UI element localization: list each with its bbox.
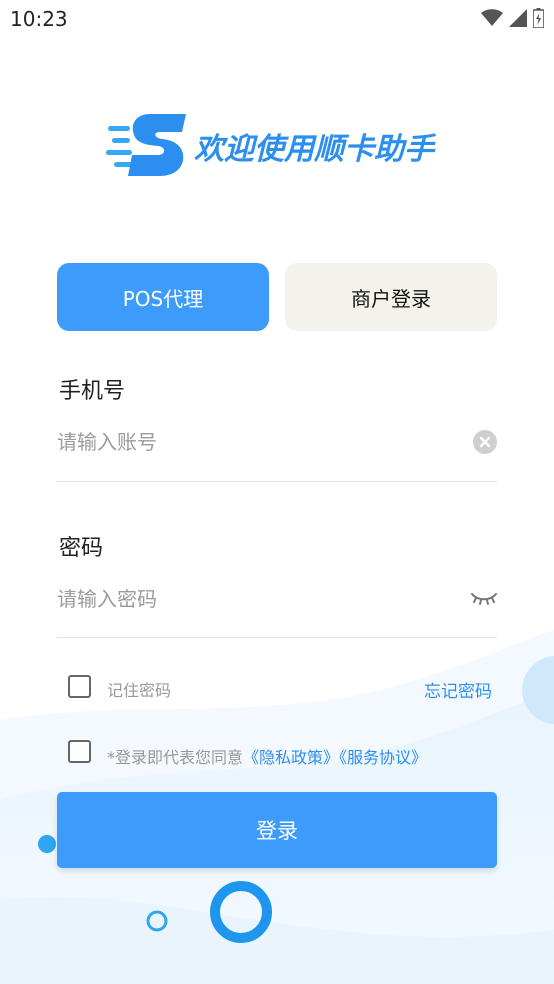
remember-checkbox[interactable] — [68, 675, 91, 698]
service-agreement-link[interactable]: 《服务协议》 — [339, 748, 427, 767]
phone-divider — [57, 481, 497, 482]
status-bar: 10:23 — [0, 0, 554, 40]
app-logo: 欢迎使用顺卡助手 — [106, 108, 451, 184]
clear-icon[interactable] — [473, 430, 497, 454]
phone-input[interactable] — [57, 422, 457, 462]
logo-text: 欢迎使用顺卡助手 — [194, 132, 434, 167]
remember-label: 记住密码 — [107, 681, 172, 700]
login-button[interactable]: 登录 — [57, 792, 497, 868]
status-icons — [481, 8, 544, 28]
signal-icon — [509, 9, 527, 27]
speed-s-logo-icon — [106, 114, 186, 176]
status-time: 10:23 — [10, 7, 68, 31]
agreement-checkbox[interactable] — [68, 740, 91, 763]
tab-pos-agent[interactable]: POS代理 — [57, 263, 269, 331]
tab-merchant-login[interactable]: 商户登录 — [285, 263, 497, 331]
eye-closed-icon[interactable] — [470, 588, 498, 608]
agreement-text: *登录即代表您同意《隐私政策》《服务协议》 — [107, 744, 427, 768]
wifi-icon — [481, 9, 503, 26]
agreement-prefix: *登录即代表您同意 — [107, 748, 244, 767]
password-label: 密码 — [59, 536, 104, 561]
password-input[interactable] — [57, 579, 457, 619]
phone-label: 手机号 — [59, 379, 126, 404]
privacy-policy-link[interactable]: 《隐私政策》 — [243, 748, 339, 767]
battery-charging-icon — [533, 8, 544, 28]
password-divider — [57, 637, 497, 638]
forgot-password-link[interactable]: 忘记密码 — [424, 677, 492, 702]
